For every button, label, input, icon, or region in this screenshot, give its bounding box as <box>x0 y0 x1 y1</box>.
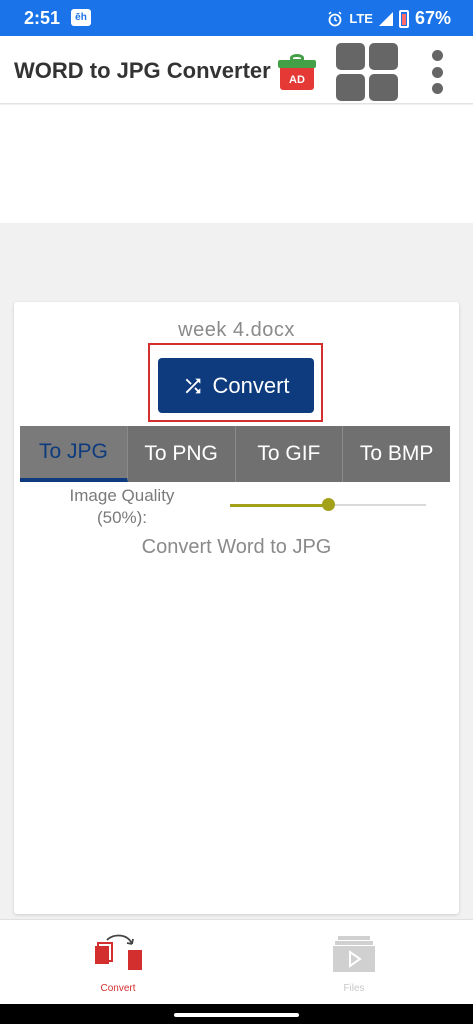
shuffle-icon <box>186 378 201 393</box>
gift-ad-icon[interactable]: AD <box>278 54 316 90</box>
file-name: week 4.docx <box>178 319 295 341</box>
signal-icon <box>378 11 393 26</box>
files-icon <box>333 936 375 972</box>
grid-apps-icon[interactable] <box>336 43 398 101</box>
gesture-bar <box>0 1004 473 1024</box>
ad-banner-area <box>0 105 473 223</box>
nav-files[interactable]: Files <box>294 920 414 1005</box>
notification-icon: ēh <box>71 9 91 26</box>
ad-label: AD <box>289 74 305 86</box>
nav-files-label: Files <box>343 983 365 994</box>
more-vert-icon[interactable] <box>427 50 447 94</box>
slider-fill <box>230 504 328 507</box>
battery-percent: 67% <box>414 8 451 28</box>
nav-convert[interactable]: Convert <box>58 920 178 1005</box>
status-time: 2:51 <box>24 8 61 28</box>
image-quality-label-line1: Image Quality <box>69 486 175 505</box>
tab-to-bmp[interactable]: To BMP <box>343 426 450 482</box>
converter-card: week 4.docx Convert To JPG To PNG To GIF… <box>14 302 459 914</box>
battery-icon <box>398 9 409 28</box>
convert-button-label: Convert <box>212 372 290 398</box>
alarm-icon <box>328 10 342 26</box>
network-label: LTE <box>349 11 373 26</box>
home-indicator[interactable] <box>174 1013 299 1017</box>
bottom-nav: Convert Files <box>0 919 473 1004</box>
tab-to-gif[interactable]: To GIF <box>236 426 344 482</box>
app-bar: WORD to JPG Converter AD <box>0 36 473 104</box>
status-right: LTE 67% <box>327 8 451 29</box>
quality-slider[interactable] <box>230 498 426 511</box>
convert-hint: Convert Word to JPG <box>141 536 332 558</box>
image-quality-label-line2: (50%): <box>96 508 148 527</box>
format-tabs: To JPG To PNG To GIF To BMP <box>20 426 450 482</box>
image-quality-label: Image Quality (50%): <box>42 485 202 529</box>
tab-to-png[interactable]: To PNG <box>128 426 236 482</box>
slider-thumb[interactable] <box>322 498 335 511</box>
convert-docs-icon <box>95 934 142 970</box>
nav-convert-label: Convert <box>100 983 136 994</box>
convert-button[interactable]: Convert <box>158 358 314 413</box>
status-bar: 2:51 ēh LTE 67% <box>0 0 473 36</box>
app-title: WORD to JPG Converter <box>14 58 271 83</box>
tab-to-jpg[interactable]: To JPG <box>20 426 128 482</box>
